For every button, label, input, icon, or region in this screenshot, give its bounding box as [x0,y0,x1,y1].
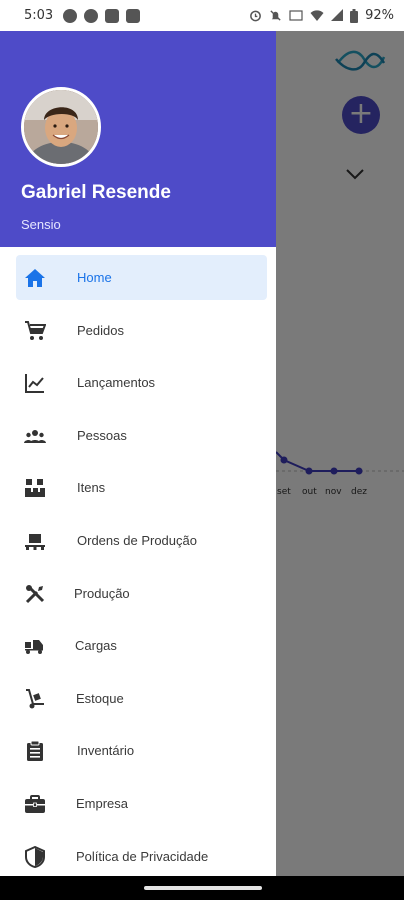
home-gesture-handle[interactable] [144,886,262,890]
cart-icon [25,320,46,340]
drawer-menu: Home Pedidos Lançamentos Pessoas Itens O… [0,253,276,876]
menu-item-label: Cargas [75,638,117,654]
menu-item-label: Inventário [77,743,135,759]
menu-item-cargas[interactable]: Cargas [0,621,276,674]
boxes-icon [25,479,45,498]
battery-icon [350,8,359,23]
menu-item-label: Itens [77,480,106,496]
menu-item-pedidos[interactable]: Pedidos [0,306,276,359]
menu-item-politica-de-privacidade[interactable]: Política de Privacidade [0,832,276,876]
tools-icon [25,584,45,603]
menu-item-pessoas[interactable]: Pessoas [0,411,276,464]
shield-icon [25,845,45,868]
drawer-header: Gabriel Resende Sensio [0,31,276,247]
menu-item-label: Pedidos [77,322,124,338]
active-highlight [16,255,267,300]
menu-item-estoque[interactable]: Estoque [0,674,276,727]
menu-item-label: Ordens de Produção [77,532,197,548]
trending-icon [25,374,44,394]
alarm-icon [250,10,261,22]
youtube-icon [105,8,120,23]
menu-item-itens[interactable]: Itens [0,463,276,516]
notification-icons [63,8,141,23]
status-time: 5:03 [24,8,54,23]
home-icon [25,269,45,287]
menu-item-lancamentos[interactable]: Lançamentos [0,358,276,411]
menu-item-inventario[interactable]: Inventário [0,726,276,779]
user-photo [24,90,98,164]
briefcase-icon [25,794,45,813]
status-bar: 5:03 92% [0,0,404,31]
navigation-drawer: Gabriel Resende Sensio Home Pedidos Lanç… [0,31,276,876]
menu-item-label: Pessoas [77,427,127,443]
whatsapp-icon [63,8,78,23]
menu-item-home[interactable]: Home [0,253,276,306]
battery-percentage: 92% [365,8,394,23]
user-name: Gabriel Resende [21,182,171,203]
mute-icon [270,10,281,21]
clipboard-icon [27,740,43,762]
menu-item-label: Política de Privacidade [76,848,209,864]
menu-item-label: Home [77,270,112,285]
people-icon [24,429,46,443]
menu-item-producao[interactable]: Produção [0,569,276,622]
user-company: Sensio [21,217,61,232]
menu-item-label: Produção [74,585,130,601]
menu-item-label: Lançamentos [77,375,156,391]
chrome-icon [84,8,99,23]
signal-icon [331,9,344,21]
menu-item-label: Estoque [76,690,124,706]
truck-icon [25,640,43,655]
menu-item-label: Empresa [76,795,129,811]
dolly-icon [26,688,44,709]
system-icons: 92% [249,8,394,23]
pallet-icon [25,533,45,550]
menu-item-ordens-de-producao[interactable]: Ordens de Produção [0,516,276,569]
avatar[interactable] [21,87,101,167]
lte-icon [289,10,303,21]
wifi-icon [310,10,324,21]
system-navigation-bar [0,876,404,900]
menu-item-empresa[interactable]: Empresa [0,779,276,832]
youtube-icon [126,8,141,23]
